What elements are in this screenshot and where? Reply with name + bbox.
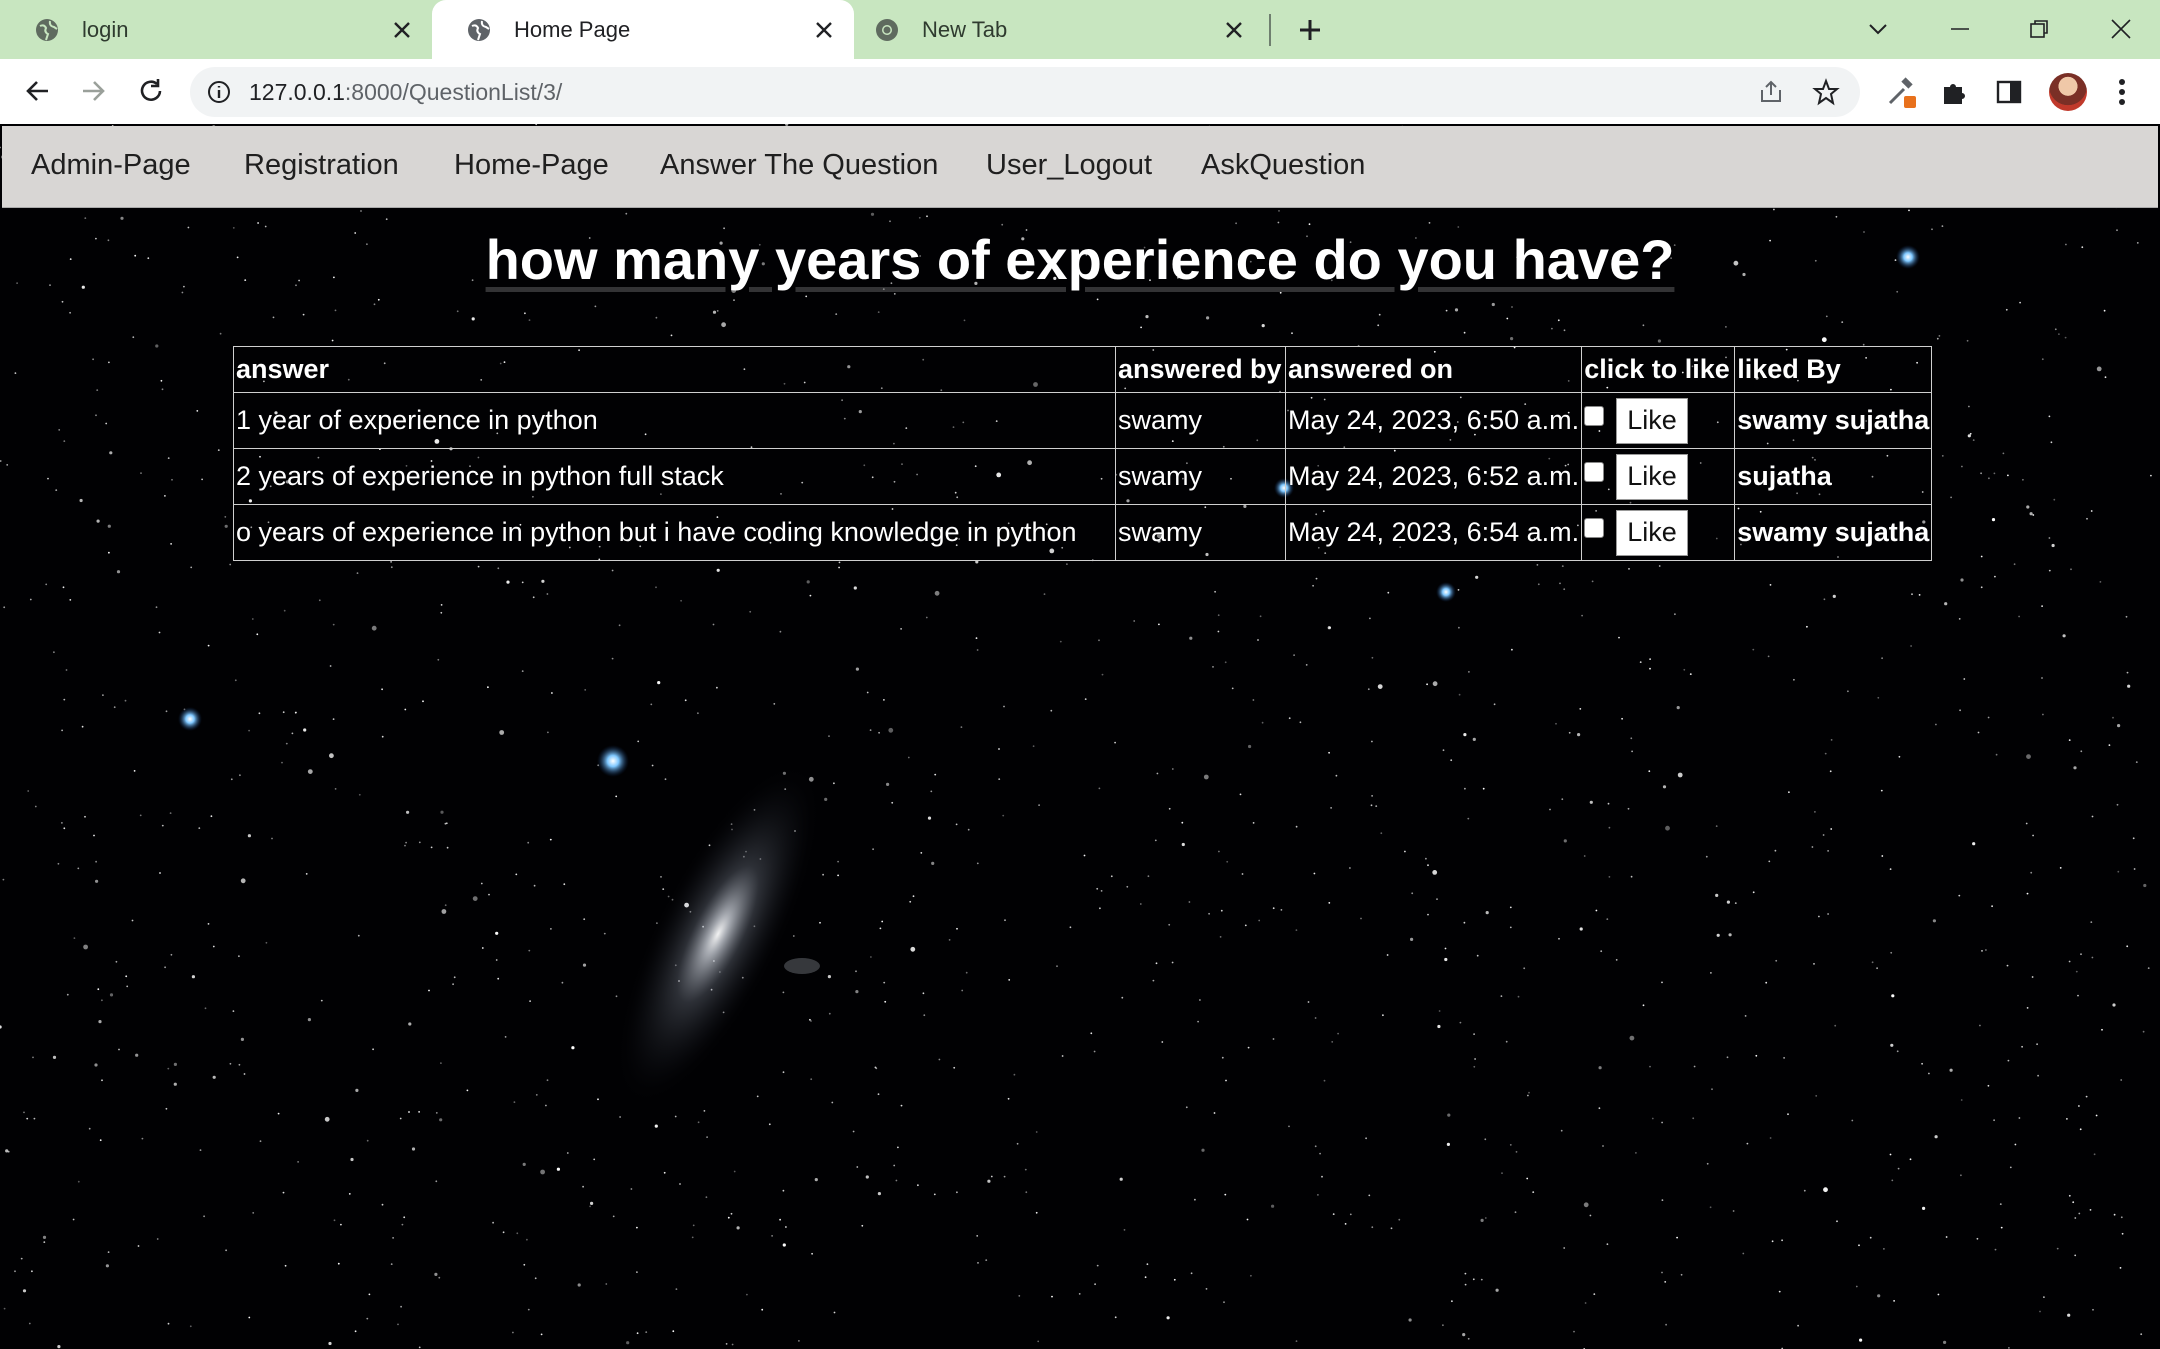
info-icon[interactable] (206, 79, 232, 105)
answer-text: 2 years of experience in python full sta… (233, 448, 1116, 505)
answers-table: answer answered by answered on click to … (233, 346, 1933, 561)
extensions-puzzle-icon[interactable] (1936, 74, 1972, 110)
answered-on: May 24, 2023, 6:54 a.m. (1284, 504, 1583, 561)
like-checkbox[interactable] (1584, 517, 1605, 538)
answer-text: 1 year of experience in python (233, 392, 1116, 449)
tab-divider (1269, 14, 1271, 46)
answer-text: o years of experience in python but i ha… (233, 504, 1116, 561)
site-nav: Admin-Page Registration Home-Page Answer… (2, 126, 2158, 208)
arrow-left-icon (26, 81, 48, 101)
back-button[interactable] (15, 68, 61, 114)
tab-search-button[interactable] (1857, 8, 1899, 50)
like-checkbox[interactable] (1584, 405, 1605, 426)
nav-ask-question[interactable]: AskQuestion (1201, 149, 1365, 182)
new-tab-button[interactable] (1292, 12, 1328, 48)
answered-on: May 24, 2023, 6:52 a.m. (1284, 448, 1583, 505)
minimize-button[interactable] (1939, 8, 1981, 50)
tab-title: login (82, 16, 129, 42)
starfield-background (0, 124, 2152, 1349)
restore-icon (2030, 20, 2048, 38)
address-bar[interactable]: 127.0.0.1:8000/QuestionList/3/ (190, 67, 1860, 117)
globe-icon (34, 17, 60, 43)
extension-eyedropper-icon[interactable] (1883, 74, 1919, 110)
nav-answer-the-question[interactable]: Answer The Question (660, 149, 938, 182)
bookmark-star-icon[interactable] (1811, 77, 1841, 107)
nav-admin-page[interactable]: Admin-Page (31, 149, 191, 182)
column-header-click-to-like: click to like (1581, 346, 1736, 393)
answered-by: swamy (1115, 448, 1286, 505)
answered-by: swamy (1115, 504, 1286, 561)
answered-on: May 24, 2023, 6:50 a.m. (1284, 392, 1583, 449)
side-panel-icon[interactable] (1991, 74, 2027, 110)
like-button[interactable]: Like (1616, 509, 1688, 556)
url-path: :8000/QuestionList/3/ (344, 79, 563, 105)
nav-registration[interactable]: Registration (244, 149, 399, 182)
column-header-answered-on: answered on (1284, 346, 1583, 393)
forward-button[interactable] (70, 68, 116, 114)
close-icon (2111, 19, 2131, 39)
liked-by: sujatha (1734, 448, 1933, 505)
table-header-row: answer answered by answered on click to … (233, 346, 1933, 393)
like-button[interactable]: Like (1616, 453, 1688, 500)
tab-new-tab[interactable]: New Tab (854, 0, 1264, 59)
like-button[interactable]: Like (1616, 397, 1688, 444)
arrow-right-icon (83, 81, 105, 101)
like-cell: Like (1581, 392, 1736, 449)
answered-by: swamy (1115, 392, 1286, 449)
browser-toolbar: 127.0.0.1:8000/QuestionList/3/ (0, 59, 2160, 124)
chevron-down-icon (1869, 24, 1887, 35)
nav-home-page[interactable]: Home-Page (454, 149, 609, 182)
tab-title: Home Page (514, 16, 631, 42)
chrome-icon (874, 17, 900, 43)
window-close-button[interactable] (2100, 8, 2142, 50)
page-viewport: Admin-Page Registration Home-Page Answer… (0, 124, 2160, 1349)
profile-avatar[interactable] (2049, 73, 2087, 111)
like-cell: Like (1581, 448, 1736, 505)
tab-title: New Tab (922, 16, 1008, 42)
table-row: o years of experience in python but i ha… (233, 504, 1933, 561)
question-title: how many years of experience do you have… (0, 227, 2160, 292)
reload-button[interactable] (128, 68, 174, 114)
restore-button[interactable] (2018, 8, 2060, 50)
question-title-text: how many years of experience do you have… (485, 228, 1675, 291)
liked-by: swamy sujatha (1734, 392, 1933, 449)
column-header-liked-by: liked By (1734, 346, 1933, 393)
url-host: 127.0.0.1 (249, 79, 345, 105)
url-text[interactable]: 127.0.0.1:8000/QuestionList/3/ (249, 79, 562, 106)
tab-login[interactable]: login (0, 0, 432, 59)
close-icon[interactable] (810, 16, 838, 44)
like-checkbox[interactable] (1584, 461, 1605, 482)
close-icon[interactable] (388, 16, 416, 44)
close-icon[interactable] (1220, 16, 1248, 44)
minimize-icon (1951, 28, 1969, 30)
browser-tabstrip: login Home Page New Tab (0, 0, 2160, 59)
table-row: 1 year of experience in python swamy May… (233, 392, 1933, 449)
reload-icon (140, 79, 162, 101)
share-icon[interactable] (1756, 77, 1786, 107)
globe-icon (466, 17, 492, 43)
kebab-menu-icon[interactable] (2104, 74, 2140, 110)
column-header-answered-by: answered by (1115, 346, 1286, 393)
column-header-answer: answer (233, 346, 1116, 393)
stars-layer (0, 124, 2152, 1349)
like-cell: Like (1581, 504, 1736, 561)
liked-by: swamy sujatha (1734, 504, 1933, 561)
nav-user-logout[interactable]: User_Logout (986, 149, 1152, 182)
table-row: 2 years of experience in python full sta… (233, 448, 1933, 505)
plus-icon (1300, 20, 1320, 40)
tab-home-page[interactable]: Home Page (432, 0, 854, 59)
galaxy-image (615, 762, 821, 1106)
